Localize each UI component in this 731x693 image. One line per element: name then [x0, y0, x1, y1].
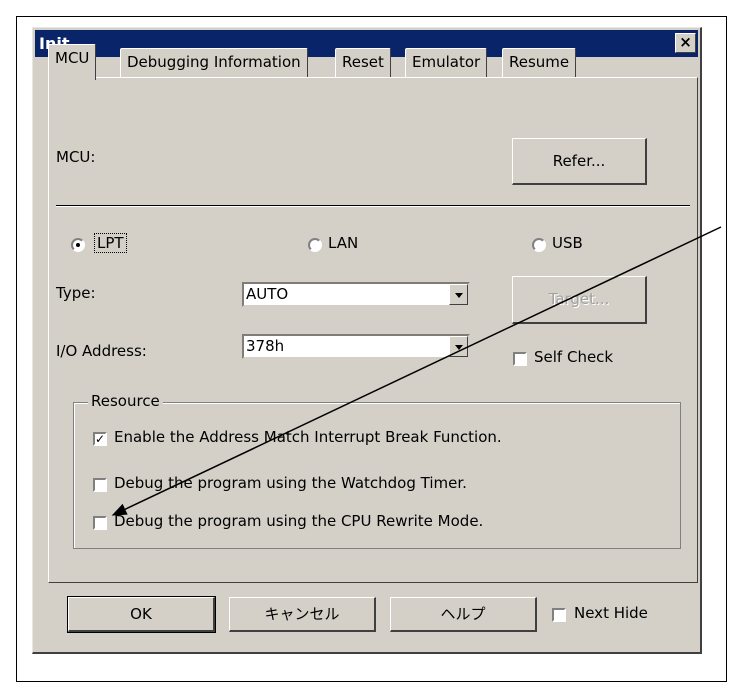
annotation-arrow: [111, 226, 722, 516]
tab-mcu[interactable]: MCU: [48, 44, 97, 80]
tab-label: MCU: [55, 49, 90, 67]
pointer-arrow-line: [111, 226, 722, 516]
